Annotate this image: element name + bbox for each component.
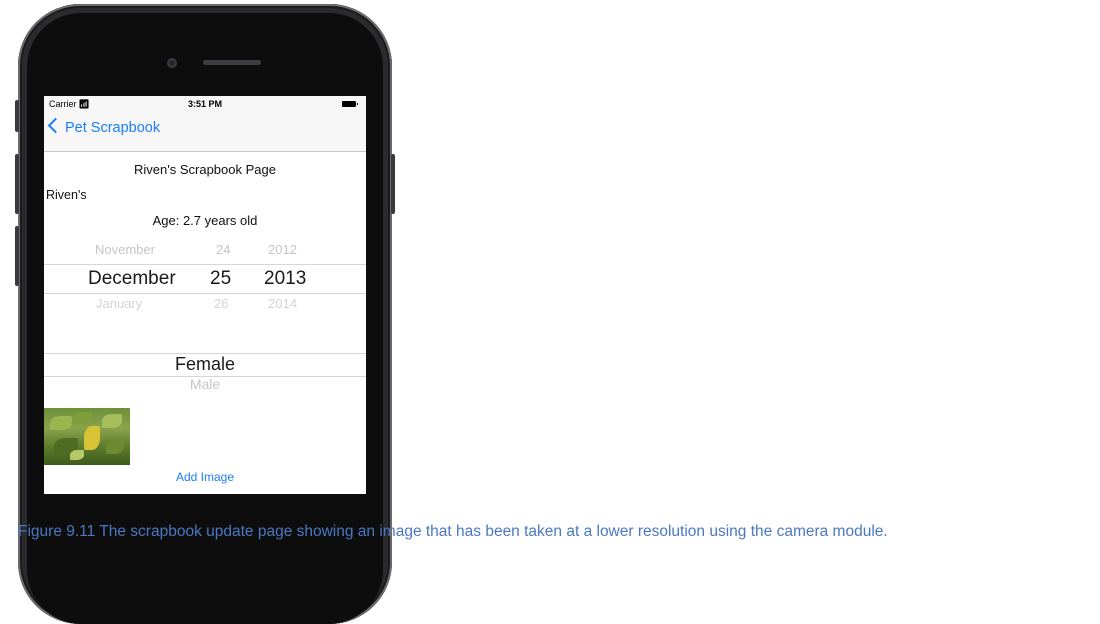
chevron-left-icon bbox=[47, 117, 64, 134]
birthdate-picker[interactable]: November 24 2012 December 25 2013 Januar… bbox=[44, 238, 366, 322]
back-button-label: Pet Scrapbook bbox=[65, 120, 161, 136]
battery-icon bbox=[342, 101, 358, 107]
page-title: Riven's Scrapbook Page bbox=[134, 162, 276, 177]
gender-picker[interactable]: Female Male bbox=[44, 346, 366, 402]
pet-photo-thumbnail bbox=[44, 408, 130, 465]
month-option[interactable]: January bbox=[96, 296, 142, 311]
picker-selection-bottom-line bbox=[44, 293, 366, 294]
day-option[interactable]: 26 bbox=[214, 296, 228, 311]
figure-caption: Figure 9.11 The scrapbook update page sh… bbox=[18, 523, 888, 540]
add-image-button[interactable]: Add Image bbox=[44, 470, 366, 484]
year-option[interactable]: 2014 bbox=[268, 296, 297, 311]
phone-screen: Carrier 📶︎ 3:51 PM Pet Scrapbook Riven's … bbox=[44, 96, 366, 494]
month-option[interactable]: November bbox=[95, 242, 155, 257]
power-button bbox=[391, 154, 395, 214]
gender-option[interactable]: Male bbox=[44, 376, 366, 392]
earpiece-speaker bbox=[203, 60, 261, 65]
status-bar: Carrier 📶︎ 3:51 PM bbox=[44, 96, 366, 112]
day-option[interactable]: 24 bbox=[216, 242, 230, 257]
volume-down-button bbox=[15, 226, 19, 286]
front-camera-icon bbox=[167, 58, 177, 68]
status-time: 3:51 PM bbox=[187, 99, 222, 109]
year-selected[interactable]: 2013 bbox=[264, 268, 306, 290]
month-selected[interactable]: December bbox=[88, 268, 176, 290]
volume-up-button bbox=[15, 154, 19, 214]
back-button[interactable]: Pet Scrapbook bbox=[47, 117, 161, 136]
year-option[interactable]: 2012 bbox=[268, 242, 297, 257]
mute-switch bbox=[15, 100, 19, 132]
picker-selection-top-line bbox=[44, 264, 366, 265]
pet-name-field[interactable]: Riven's bbox=[46, 188, 87, 202]
day-selected[interactable]: 25 bbox=[210, 268, 231, 290]
navigation-bar: Pet Scrapbook bbox=[44, 112, 366, 152]
age-label: Age: 2.7 years old bbox=[152, 213, 258, 228]
gender-selected[interactable]: Female bbox=[44, 354, 366, 375]
